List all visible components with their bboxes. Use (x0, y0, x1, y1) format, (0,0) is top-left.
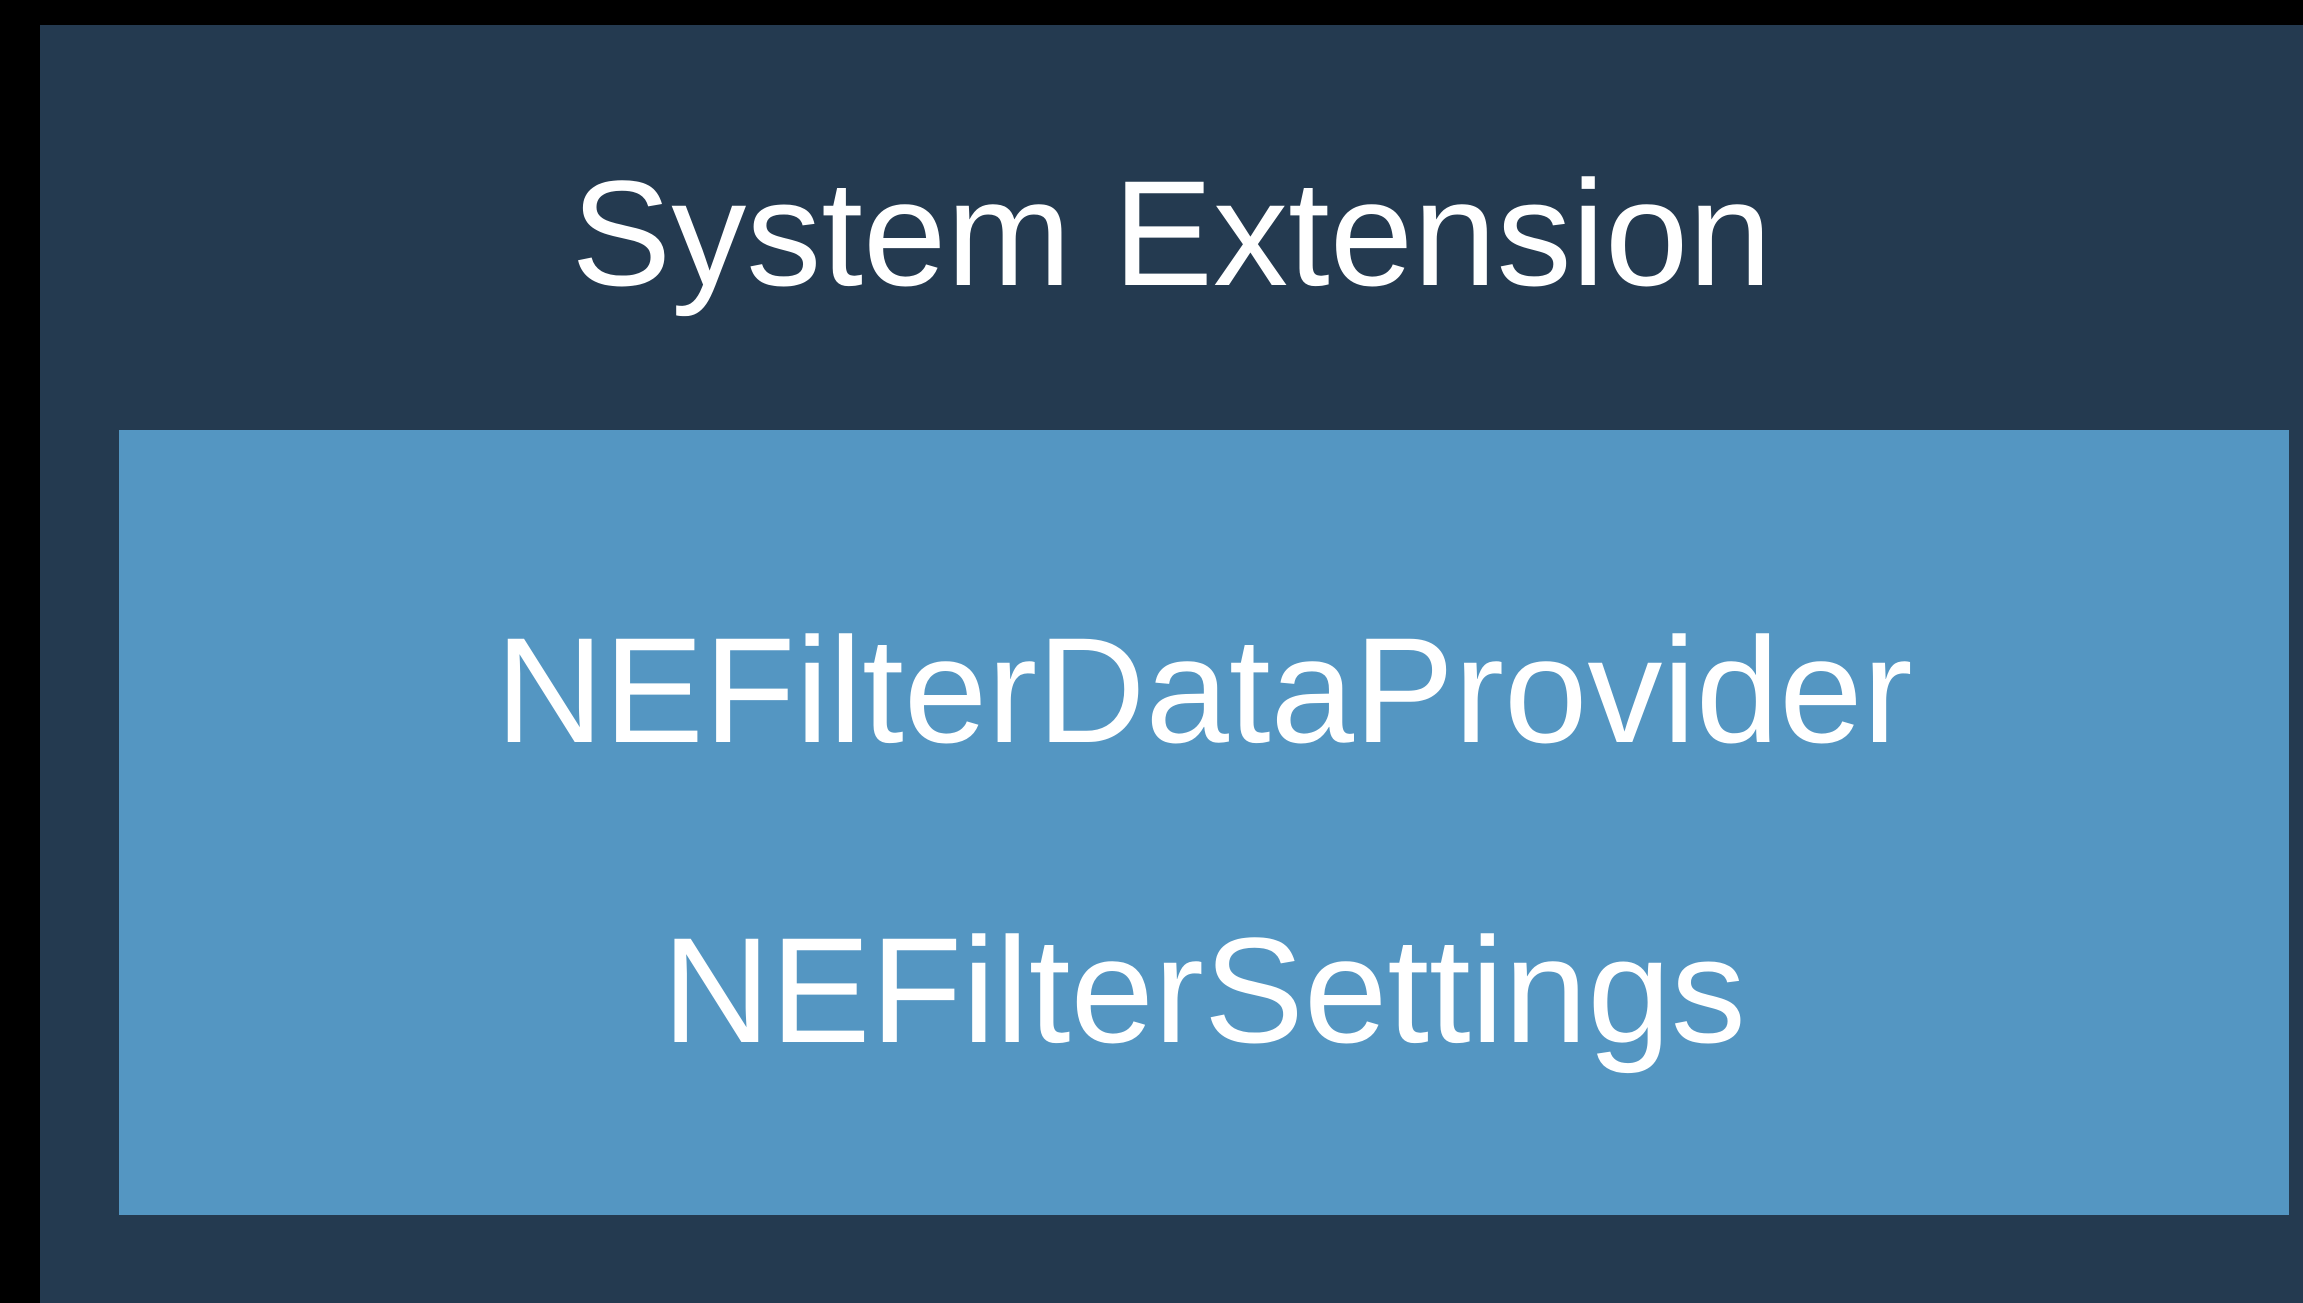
system-extension-box: System Extension NEFilterDataProvider NE… (40, 25, 2303, 1303)
nefilterdataprovider-label: NEFilterDataProvider (495, 606, 1913, 774)
nefiltersettings-label: NEFilterSettings (662, 906, 1746, 1074)
system-extension-title: System Extension (571, 149, 1772, 317)
filter-components-box: NEFilterDataProvider NEFilterSettings (119, 430, 2289, 1215)
